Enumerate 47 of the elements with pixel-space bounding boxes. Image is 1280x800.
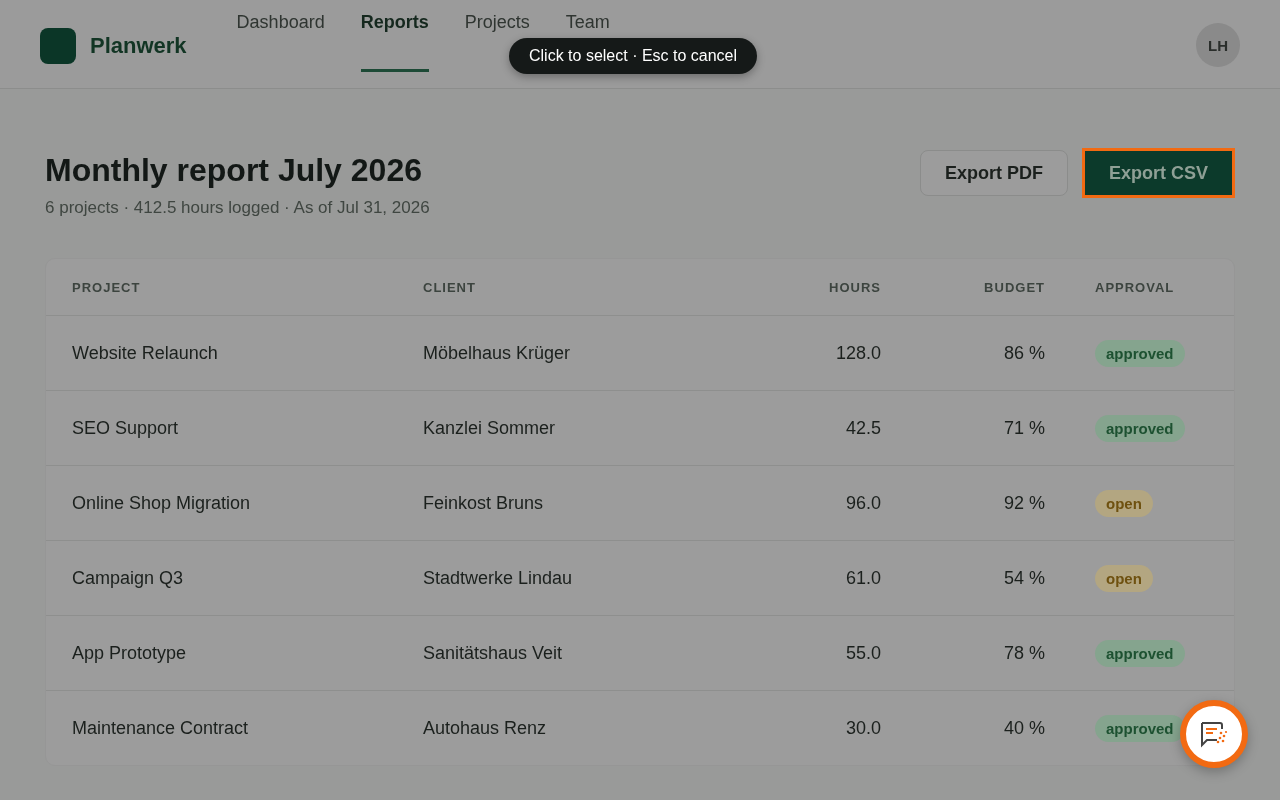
column-header: BUDGET [983,279,1045,295]
status-badge: approved [1095,339,1185,367]
table-cell-text: 86 % [1002,342,1045,364]
table-cell-text: Feinkost Bruns [423,492,545,514]
table-cell-text: 30.0 [844,717,881,739]
chat-icon [1199,720,1229,748]
table-cell-text: Sanitätshaus Veit [423,642,564,664]
table-cell-text: App Prototype [72,642,188,664]
status-badge: approved [1095,714,1185,742]
brand-name: Planwerk [90,33,187,59]
table-cell-text: 128.0 [834,342,881,364]
table-cell-text: SEO Support [72,417,180,439]
status-badge: approved [1095,639,1185,667]
status-badge: approved [1095,414,1185,442]
user-avatar[interactable]: LH [1196,23,1240,67]
table-cell-text: Stadtwerke Lindau [423,567,574,589]
page-title: Monthly report July 2026 [45,151,423,190]
export-button[interactable]: Export CSV [1083,150,1233,196]
table-cell-text: Kanzlei Sommer [423,417,557,439]
column-header: CLIENT [423,279,477,295]
report-summary: 6 projects · 412.5 hours logged · As of Jul 31, 2026 [45,198,430,218]
nav-tab[interactable]: Dashboard [236,0,325,72]
column-header: HOURS [828,279,881,295]
column-header: PROJECT [72,279,142,295]
nav-tab[interactable]: Reports [360,0,429,72]
table-cell-text: 71 % [1002,417,1045,439]
export-button[interactable]: Export PDF [919,150,1068,196]
table-cell-text: 61.0 [844,567,881,589]
table-cell-text: 92 % [1002,492,1045,514]
logo-icon [40,28,76,64]
status-badge: open [1095,564,1153,592]
table-cell-text: Möbelhaus Krüger [423,342,572,364]
table-cell-text: 42.5 [844,417,881,439]
table-cell-text: 55.0 [844,642,881,664]
table-cell-text: 40 % [1002,717,1045,739]
table-cell-text: 96.0 [844,492,881,514]
table-cell-text: 78 % [1002,642,1045,664]
table-cell-text: Campaign Q3 [72,567,185,589]
table-cell-text: Autohaus Renz [423,717,548,739]
table-cell-text: 54 % [1002,567,1045,589]
table-cell-text: Online Shop Migration [72,492,252,514]
table-cell-text: Website Relaunch [72,342,219,364]
tooltip: Click to select · Esc to cancel [509,38,758,74]
status-badge: open [1095,489,1153,517]
feedback-button[interactable] [1180,700,1248,768]
column-header: APPROVAL [1094,279,1176,295]
table-cell-text: Maintenance Contract [72,717,250,739]
